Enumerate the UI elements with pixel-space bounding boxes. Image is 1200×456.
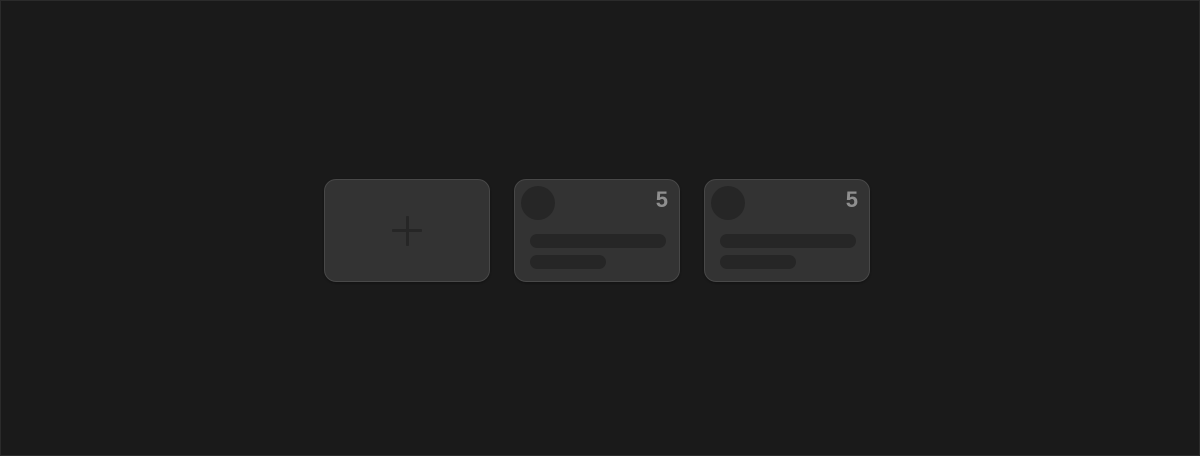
add-card-button[interactable] (324, 179, 490, 282)
subtitle-placeholder-bar (530, 255, 606, 269)
profile-card-2[interactable]: 5 (704, 179, 870, 282)
title-placeholder-bar (720, 234, 856, 248)
count-badge: 5 (845, 187, 858, 212)
avatar-placeholder (521, 186, 555, 220)
avatar-placeholder (711, 186, 745, 220)
plus-icon (392, 215, 422, 246)
count-badge: 5 (655, 187, 668, 212)
subtitle-placeholder-bar (720, 255, 796, 269)
profile-card-1[interactable]: 5 (514, 179, 680, 282)
card-row: 5 5 (324, 179, 870, 282)
title-placeholder-bar (530, 234, 666, 248)
